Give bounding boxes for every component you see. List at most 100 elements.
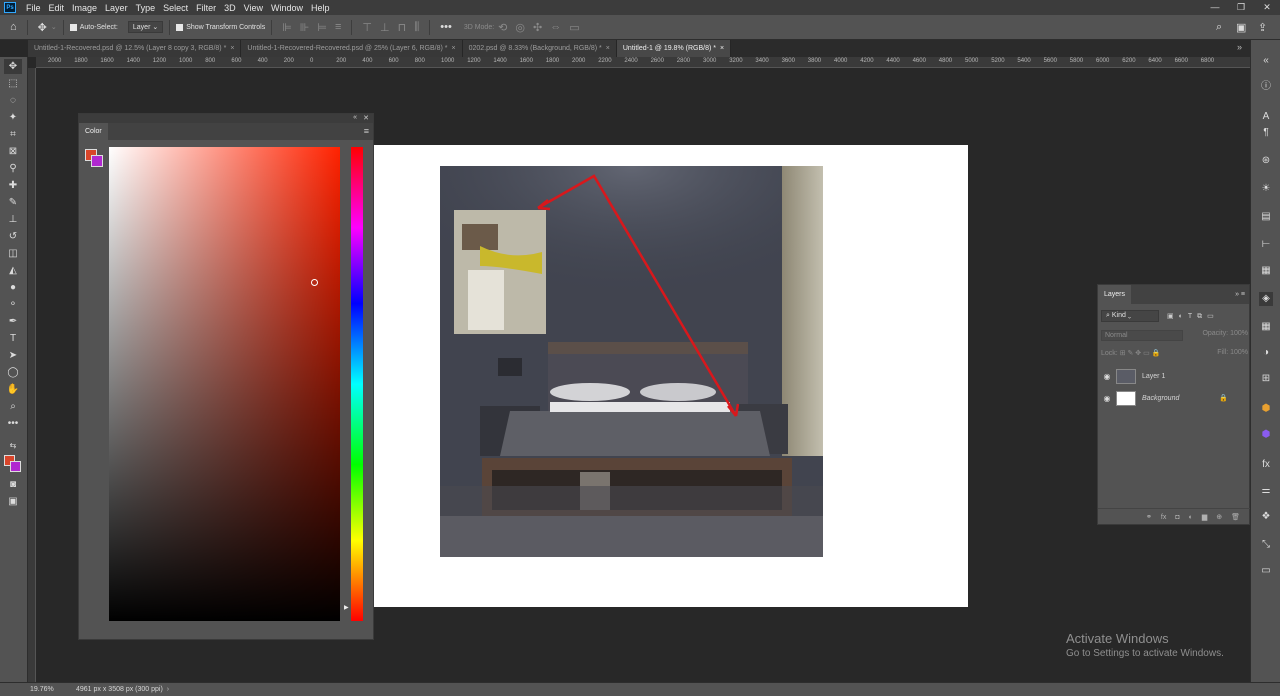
align-center-icon[interactable]: ⊪: [300, 21, 310, 34]
blur-tool-icon[interactable]: ●: [4, 280, 22, 295]
align-right-icon[interactable]: ⊨: [317, 21, 327, 34]
crop-tool-icon[interactable]: ⌗: [4, 127, 22, 142]
visibility-eye-icon[interactable]: ◉: [1098, 372, 1116, 381]
gradient-icon[interactable]: ▭: [1259, 564, 1273, 578]
menu-image[interactable]: Image: [68, 3, 101, 13]
screen-mode-icon[interactable]: ▣: [4, 494, 22, 509]
close-icon[interactable]: ×: [720, 45, 724, 52]
channels-icon[interactable]: ▦: [1259, 320, 1273, 334]
menu-edit[interactable]: Edit: [45, 3, 69, 13]
3d-orbit-icon[interactable]: ⟲: [498, 21, 507, 34]
menu-3d[interactable]: 3D: [220, 3, 240, 13]
frame-tool-icon[interactable]: ⊠: [4, 144, 22, 159]
close-icon[interactable]: ×: [452, 45, 456, 52]
transform-icon[interactable]: ⤡: [1259, 538, 1273, 552]
auto-select-dropdown[interactable]: Layer ⌄: [127, 21, 164, 33]
lock-icon[interactable]: 🔒: [1219, 394, 1228, 402]
lasso-tool-icon[interactable]: ◌: [4, 93, 22, 108]
quick-mask-icon[interactable]: ◙: [4, 477, 22, 492]
3d-scale-icon[interactable]: ▭: [569, 21, 579, 34]
move-tool-icon[interactable]: ✥: [4, 59, 22, 74]
info-icon[interactable]: ⓘ: [1259, 80, 1273, 94]
home-icon[interactable]: ⌂: [10, 21, 17, 33]
eraser-tool-icon[interactable]: ◫: [4, 246, 22, 261]
align-bottom-icon[interactable]: ⊓: [398, 21, 407, 34]
blend-mode-dropdown[interactable]: Normal: [1101, 330, 1183, 341]
history-brush-tool-icon[interactable]: ↺: [4, 229, 22, 244]
3d-pan-icon[interactable]: ✣: [533, 21, 542, 34]
3d-materials-icon[interactable]: ⬢: [1259, 428, 1273, 442]
new-layer-icon[interactable]: ⊕: [1216, 513, 1222, 521]
opacity-input[interactable]: 100%: [1230, 330, 1248, 337]
swap-colors-icon[interactable]: ⇆: [4, 438, 22, 453]
chevron-double-right-icon[interactable]: »: [1237, 42, 1242, 52]
delete-layer-icon[interactable]: 🗑: [1231, 513, 1240, 521]
close-icon[interactable]: ×: [230, 45, 234, 52]
tab-untitled-1-recovered[interactable]: Untitled-1-Recovered.psd @ 12.5% (Layer …: [28, 40, 242, 57]
status-menu-icon[interactable]: ›: [167, 686, 169, 693]
layer-row-background[interactable]: ◉ Background 🔒: [1098, 387, 1244, 409]
hue-slider[interactable]: [351, 147, 363, 621]
distribute-icon[interactable]: ≡: [335, 21, 341, 33]
edit-toolbar-icon[interactable]: •••: [4, 416, 22, 431]
tab-layers[interactable]: Layers: [1098, 285, 1132, 304]
distribute-vertical-icon[interactable]: ⫼: [414, 21, 419, 34]
adjustments-icon[interactable]: ◑: [1259, 346, 1273, 360]
adjustment-layer-icon[interactable]: ◐: [1189, 514, 1193, 521]
navigator-icon[interactable]: ⊛: [1259, 154, 1273, 168]
collapse-icon[interactable]: «: [353, 114, 357, 121]
clone-stamp-tool-icon[interactable]: ⊥: [4, 212, 22, 227]
menu-select[interactable]: Select: [159, 3, 192, 13]
menu-filter[interactable]: Filter: [192, 3, 220, 13]
magic-wand-tool-icon[interactable]: ✦: [4, 110, 22, 125]
ellipse-tool-icon[interactable]: ◯: [4, 365, 22, 380]
color-picker-field[interactable]: [109, 147, 340, 621]
new-group-icon[interactable]: ▆: [1202, 513, 1207, 521]
3d-cube-icon[interactable]: ⬢: [1259, 402, 1273, 416]
fx-icon[interactable]: fx: [1259, 458, 1273, 472]
link-layers-icon[interactable]: ⚭: [1146, 513, 1152, 521]
zoom-tool-icon[interactable]: ⌕: [4, 399, 22, 414]
table-icon[interactable]: ▦: [1259, 264, 1273, 278]
bedroom-photo[interactable]: [440, 166, 823, 557]
menu-layer[interactable]: Layer: [101, 3, 132, 13]
fx-icon[interactable]: fx: [1161, 514, 1166, 521]
add-mask-icon[interactable]: ◘: [1175, 514, 1179, 521]
close-icon[interactable]: ✕: [363, 114, 369, 122]
align-top-icon[interactable]: ⊤: [362, 21, 372, 34]
visibility-eye-icon[interactable]: ◉: [1098, 394, 1116, 403]
panel-collapse-icon[interactable]: «: [1259, 54, 1273, 68]
align-middle-icon[interactable]: ⊥: [380, 21, 390, 34]
3d-roll-icon[interactable]: ◎: [515, 21, 525, 34]
sliders-icon[interactable]: ⚌: [1259, 484, 1273, 498]
workspace-icon[interactable]: ▣: [1236, 21, 1246, 34]
auto-select-checkbox[interactable]: [69, 23, 77, 31]
path-selection-tool-icon[interactable]: ➤: [4, 348, 22, 363]
menu-help[interactable]: Help: [307, 3, 334, 13]
paragraph-icon[interactable]: ¶: [1259, 126, 1273, 140]
layer-row-layer-1[interactable]: ◉ Layer 1: [1098, 365, 1244, 387]
search-icon[interactable]: ⌕: [1216, 21, 1222, 34]
close-icon[interactable]: ✕: [1254, 0, 1280, 15]
measure-icon[interactable]: ⊢: [1259, 238, 1273, 252]
menu-window[interactable]: Window: [267, 3, 307, 13]
tab-0202[interactable]: 0202.psd @ 8.33% (Background, RGB/8) * ×: [462, 40, 617, 57]
3d-slide-icon[interactable]: ⇔: [550, 21, 561, 33]
hue-slider-handle[interactable]: ▶: [344, 604, 349, 611]
eyedropper-tool-icon[interactable]: ⚲: [4, 161, 22, 176]
character-icon[interactable]: A: [1259, 110, 1273, 124]
properties-icon[interactable]: ⊞: [1259, 372, 1273, 386]
panel-menu-icon[interactable]: ≡: [364, 126, 369, 136]
paint-bucket-tool-icon[interactable]: ◭: [4, 263, 22, 278]
kind-filter-dropdown[interactable]: ⌕ Kind ⌄: [1101, 310, 1159, 322]
menu-file[interactable]: File: [22, 3, 45, 13]
marquee-tool-icon[interactable]: ⬚: [4, 76, 22, 91]
minimize-icon[interactable]: —: [1202, 0, 1228, 15]
type-tool-icon[interactable]: T: [4, 331, 22, 346]
menu-view[interactable]: View: [240, 3, 267, 13]
fill-input[interactable]: 100%: [1230, 349, 1248, 356]
show-transform-checkbox[interactable]: [176, 23, 184, 31]
move-tool-icon[interactable]: ✥: [38, 21, 47, 34]
document-info[interactable]: 4961 px x 3508 px (300 ppi): [76, 686, 163, 693]
zoom-level[interactable]: 19.76%: [0, 686, 54, 693]
